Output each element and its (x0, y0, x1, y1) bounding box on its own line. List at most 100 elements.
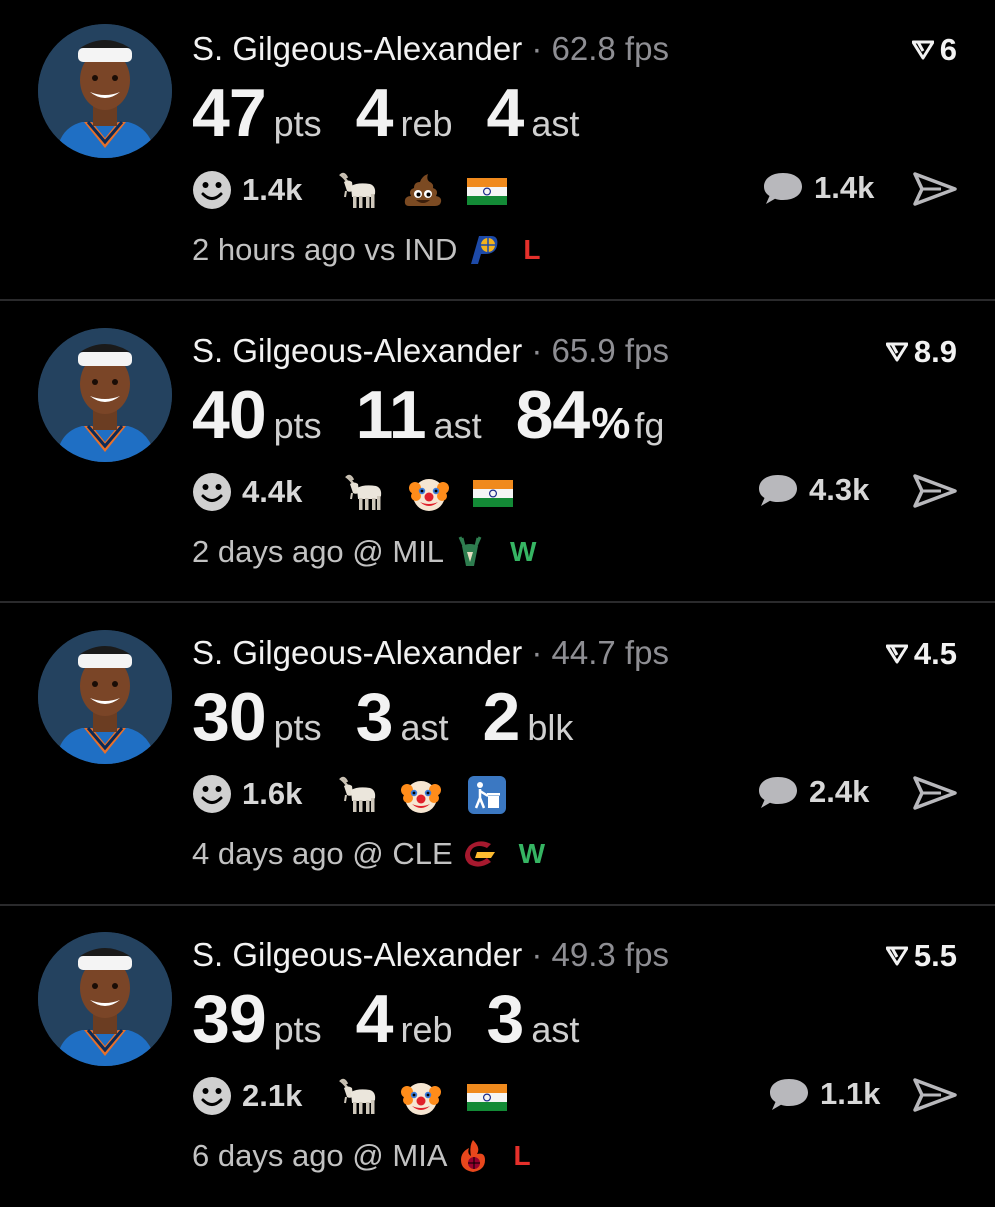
rating-badge[interactable]: 6 (911, 32, 957, 68)
comment-count: 1.4k (814, 170, 875, 205)
india-flag-icon[interactable] (472, 472, 514, 514)
goat-icon[interactable] (338, 774, 380, 816)
player-avatar[interactable] (38, 630, 172, 764)
stat-unit: fg (634, 405, 665, 446)
fps-score: 65.9 fps (551, 332, 669, 369)
fps-score: 49.3 fps (551, 936, 669, 973)
stat-unit: reb (400, 1009, 453, 1050)
stat-value: 47 (192, 75, 267, 151)
india-flag-icon[interactable] (466, 170, 508, 212)
comments-button[interactable]: 2.4k (757, 774, 869, 810)
game-meta: 2 days ago @ MIL W (192, 534, 536, 570)
goat-icon[interactable] (338, 1076, 380, 1118)
rating-value: 8.9 (913, 334, 957, 369)
stat-value: 3 (355, 679, 394, 755)
stat-value: 40 (192, 377, 267, 453)
stat-value: 4 (355, 75, 394, 151)
smiley-icon[interactable] (192, 1076, 232, 1116)
post-card[interactable]: S. Gilgeous-Alexander · 49.3 fps 5.5 39 p… (0, 906, 995, 1207)
player-name[interactable]: S. Gilgeous-Alexander (192, 30, 522, 67)
comment-count: 1.1k (820, 1076, 881, 1111)
reaction-row: 1.4k 1.4k (192, 170, 957, 214)
comments-button[interactable]: 1.1k (768, 1076, 880, 1112)
game-meta: 6 days ago @ MIA L (192, 1138, 531, 1174)
rating-value: 4.5 (913, 636, 957, 671)
stat-unit: pts (273, 1009, 322, 1050)
pacers-logo-icon (471, 236, 498, 264)
fps-score: 62.8 fps (551, 30, 669, 67)
game-meta: 4 days ago @ CLE W (192, 836, 545, 872)
stat-percent-sign: % (591, 399, 631, 448)
game-time: 4 days ago @ CLE (192, 836, 453, 871)
cavaliers-logo-icon (464, 841, 495, 867)
player-name[interactable]: S. Gilgeous-Alexander (192, 936, 522, 973)
player-name-line: S. Gilgeous-Alexander · 44.7 fps (192, 634, 669, 672)
rating-value: 6 (939, 32, 957, 67)
reaction-count: 1.6k (242, 776, 303, 811)
goat-icon[interactable] (344, 472, 386, 514)
smiley-icon[interactable] (192, 472, 232, 512)
fps-score: 44.7 fps (551, 634, 669, 671)
comments-button[interactable]: 4.3k (757, 472, 869, 508)
stat-line: 40 pts 11 ast 84% fg (192, 376, 698, 454)
reaction-row: 4.4k 4.3k (192, 472, 957, 516)
stat-value: 39 (192, 981, 267, 1057)
game-result: W (510, 536, 537, 567)
rating-badge[interactable]: 8.9 (885, 334, 957, 370)
comment-bubble-icon (759, 475, 797, 506)
separator: · (531, 30, 543, 67)
stat-line: 39 pts 4 reb 3 ast (192, 980, 613, 1058)
comment-bubble-icon (759, 777, 797, 808)
game-result: L (523, 234, 541, 265)
comments-button[interactable]: 1.4k (762, 170, 874, 206)
stat-value: 84 (515, 377, 591, 453)
comment-count: 4.3k (809, 472, 870, 507)
stat-line: 47 pts 4 reb 4 ast (192, 74, 613, 152)
divider (0, 299, 995, 301)
india-flag-icon[interactable] (466, 1076, 508, 1118)
rating-triangle-icon (885, 342, 908, 362)
stat-unit: reb (400, 103, 453, 144)
rating-value: 5.5 (913, 938, 957, 973)
rating-badge[interactable]: 5.5 (885, 938, 957, 974)
goat-icon[interactable] (338, 170, 380, 212)
player-avatar[interactable] (38, 932, 172, 1066)
smiley-icon[interactable] (192, 774, 232, 814)
comment-bubble-icon (764, 173, 802, 204)
player-avatar[interactable] (38, 328, 172, 462)
stat-value: 4 (486, 75, 525, 151)
stat-unit: blk (527, 707, 574, 748)
rating-triangle-icon (911, 40, 934, 60)
game-result: L (513, 1140, 531, 1171)
player-avatar[interactable] (38, 24, 172, 158)
trash-icon[interactable] (466, 774, 508, 816)
game-time: 2 days ago @ MIL (192, 534, 445, 569)
comment-count: 2.4k (809, 774, 870, 809)
clown-icon[interactable] (400, 774, 442, 816)
reaction-row: 2.1k 1.1k (192, 1076, 957, 1120)
player-name[interactable]: S. Gilgeous-Alexander (192, 332, 522, 369)
clown-icon[interactable] (408, 472, 450, 514)
player-name[interactable]: S. Gilgeous-Alexander (192, 634, 522, 671)
share-icon[interactable] (913, 1076, 957, 1114)
stat-value: 2 (482, 679, 521, 755)
rating-badge[interactable]: 4.5 (885, 636, 957, 672)
game-meta: 2 hours ago vs IND L (192, 232, 540, 268)
stat-unit: ast (400, 707, 449, 748)
share-icon[interactable] (913, 774, 957, 812)
stat-value: 30 (192, 679, 267, 755)
poop-icon[interactable] (402, 170, 444, 212)
game-time: 2 hours ago vs IND (192, 232, 458, 267)
share-icon[interactable] (913, 170, 957, 208)
share-icon[interactable] (913, 472, 957, 510)
clown-icon[interactable] (400, 1076, 442, 1118)
reaction-count: 2.1k (242, 1078, 303, 1113)
post-card[interactable]: S. Gilgeous-Alexander · 62.8 fps 6 47 pts… (0, 0, 995, 301)
separator: · (531, 332, 543, 369)
post-card[interactable]: S. Gilgeous-Alexander · 65.9 fps 8.9 40 p… (0, 302, 995, 603)
post-card[interactable]: S. Gilgeous-Alexander · 44.7 fps 4.5 30 p… (0, 604, 995, 905)
reaction-count: 1.4k (242, 172, 303, 207)
player-name-line: S. Gilgeous-Alexander · 62.8 fps (192, 30, 669, 68)
smiley-icon[interactable] (192, 170, 232, 210)
stat-unit: ast (433, 405, 482, 446)
